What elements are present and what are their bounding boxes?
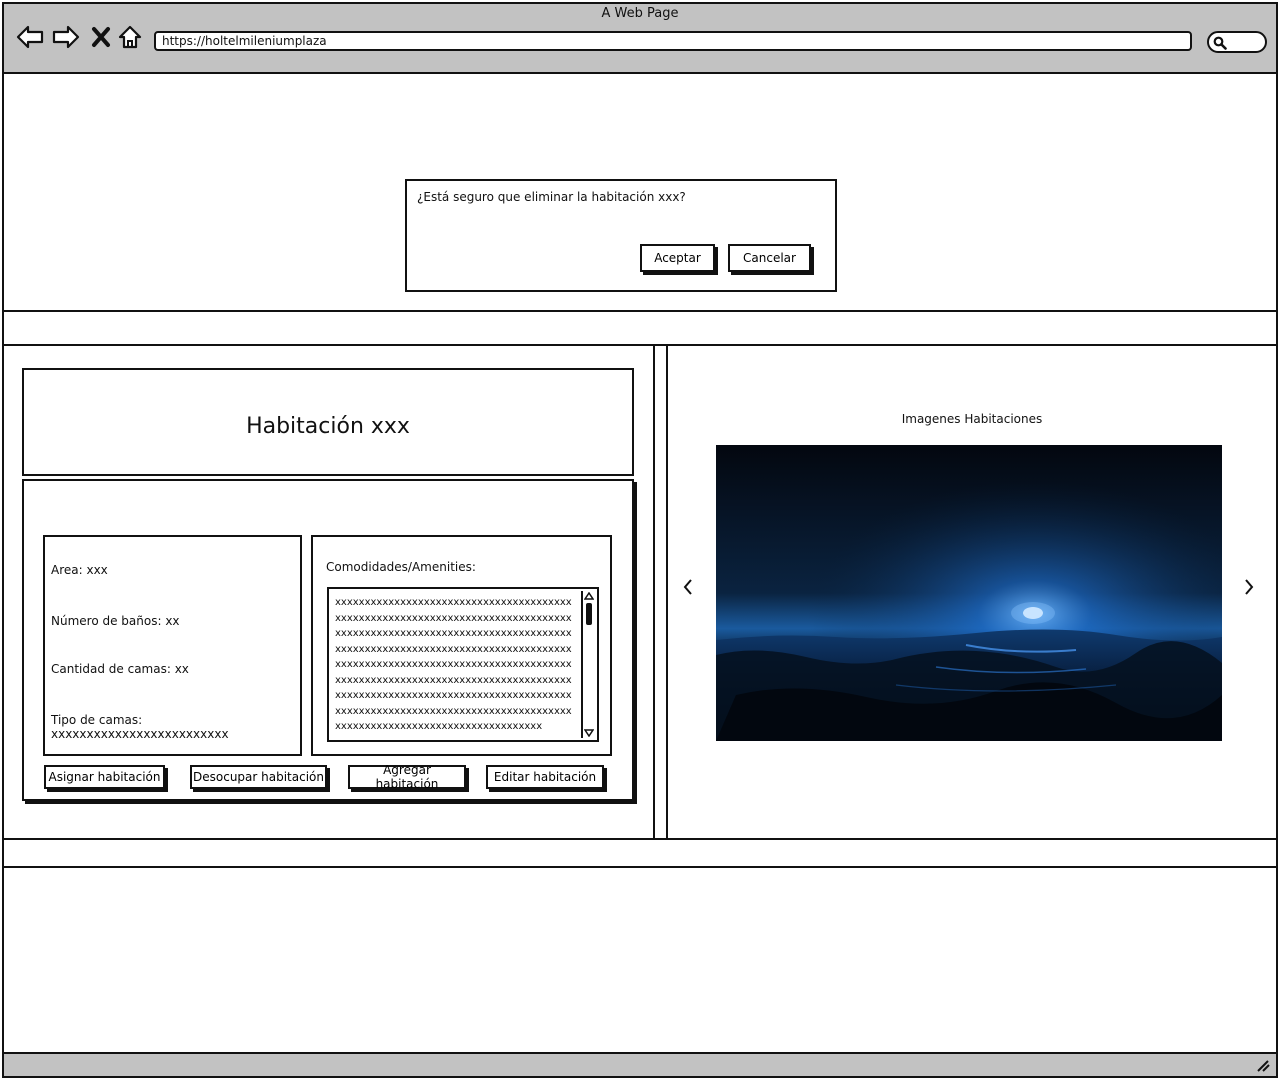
scroll-down-icon[interactable]: [584, 729, 594, 737]
room-bed-type: Tipo de camas: xxxxxxxxxxxxxxxxxxxxxxxxx: [51, 713, 229, 741]
room-title: Habitación xxx: [246, 414, 410, 439]
amenities-textarea[interactable]: xxxxxxxxxxxxxxxxxxxxxxxxxxxxxxxxxxxxxxxx…: [327, 587, 599, 742]
room-photo: [716, 445, 1222, 741]
amenities-label: Comodidades/Amenities:: [326, 560, 476, 574]
window-title: A Web Page: [601, 6, 679, 21]
page-header: [2, 310, 1278, 346]
scroll-up-icon[interactable]: [584, 592, 594, 600]
back-arrow-icon[interactable]: [15, 22, 45, 52]
amenities-scrollbar[interactable]: [581, 591, 595, 738]
room-info-box: Area: xxx Número de baños: xx Cantidad d…: [43, 535, 302, 756]
amenities-text: xxxxxxxxxxxxxxxxxxxxxxxxxxxxxxxxxxxxxxxx…: [335, 597, 572, 732]
close-x-icon[interactable]: [86, 22, 116, 52]
home-icon[interactable]: [115, 22, 145, 52]
assign-room-button[interactable]: Asignar habitación: [44, 765, 165, 789]
page-footer: [2, 838, 1278, 868]
chevron-right-icon[interactable]: [1241, 577, 1257, 601]
add-room-button[interactable]: Agregar habitación: [348, 763, 466, 791]
room-area: Area: xxx: [51, 563, 108, 577]
dialog-message: ¿Está seguro que eliminar la habitación …: [417, 190, 686, 204]
amenities-box: Comodidades/Amenities: xxxxxxxxxxxxxxxxx…: [311, 535, 612, 756]
url-bar[interactable]: https://holtelmileniumplaza: [154, 31, 1192, 51]
gallery-title: Imagenes Habitaciones: [901, 412, 1043, 426]
search-icon: [1213, 36, 1227, 50]
edit-room-button[interactable]: Editar habitación: [486, 765, 604, 789]
cancel-button[interactable]: Cancelar: [728, 244, 811, 272]
vacate-room-button[interactable]: Desocupar habitación: [190, 765, 327, 789]
room-beds-count: Cantidad de camas: xx: [51, 662, 189, 676]
scroll-thumb[interactable]: [586, 603, 592, 625]
resize-grip-icon[interactable]: [1256, 1060, 1270, 1072]
browser-search-field[interactable]: [1207, 31, 1267, 53]
browser-status-bar: [2, 1052, 1278, 1078]
room-title-card: Habitación xxx: [22, 368, 634, 476]
forward-arrow-icon[interactable]: [51, 22, 81, 52]
room-bathrooms: Número de baños: xx: [51, 614, 180, 628]
confirm-delete-dialog: ¿Está seguro que eliminar la habitación …: [405, 179, 837, 292]
accept-button[interactable]: Aceptar: [640, 244, 715, 272]
chevron-left-icon[interactable]: [680, 577, 696, 601]
